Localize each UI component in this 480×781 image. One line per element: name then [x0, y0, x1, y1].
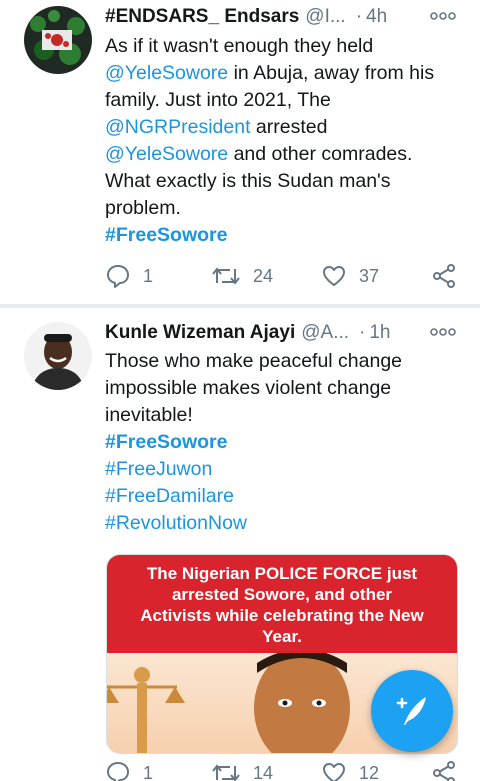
tweet-1[interactable]: #ENDSARS_ Endsars @I... · 4h As if it wa…	[0, 0, 480, 305]
tweet-actions: 1 14 12	[105, 760, 466, 781]
reply-button[interactable]: 1	[105, 263, 153, 289]
more-options-icon[interactable]	[430, 6, 456, 26]
separator-dot: ·	[359, 322, 366, 343]
hashtag-link[interactable]: #FreeJuwon	[105, 456, 466, 483]
hashtag-link[interactable]: #RevolutionNow	[105, 510, 466, 537]
media-banner-text: The Nigerian POLICE FORCE just arrested …	[107, 555, 457, 653]
reply-count: 1	[143, 762, 154, 781]
tweet-text: As if it wasn't enough they held @YeleSo…	[105, 33, 466, 249]
like-count: 12	[359, 762, 380, 781]
like-button[interactable]: 37	[321, 263, 379, 289]
retweet-count: 14	[253, 762, 274, 781]
timestamp[interactable]: 1h	[369, 322, 390, 344]
tweet-line: Those who make peaceful change	[105, 350, 403, 372]
reply-count: 1	[143, 265, 154, 286]
share-icon	[433, 264, 455, 288]
banner-line: The Nigerian POLICE FORCE just	[146, 564, 418, 583]
tweet-line: family. Just into 2021, The	[105, 89, 331, 111]
avatar[interactable]	[24, 6, 92, 74]
tweet-text-fragment: and other comrades.	[228, 143, 413, 165]
reply-button[interactable]: 1	[105, 760, 153, 781]
display-name[interactable]: Kunle Wizeman Ajayi	[105, 322, 295, 344]
timestamp[interactable]: 4h	[366, 6, 387, 28]
tweet-text-fragment: arrested	[250, 116, 328, 138]
retweet-count: 24	[253, 265, 274, 286]
mention-link[interactable]: @YeleSowore	[105, 62, 228, 84]
handle[interactable]: @A...	[301, 322, 349, 344]
banner-line: Activists while celebrating the New	[140, 606, 424, 625]
tweet-line: impossible makes violent change	[105, 377, 392, 399]
tweet-line: As if it wasn't enough they held	[105, 35, 374, 57]
share-button[interactable]	[431, 760, 457, 781]
tweet-line: @YeleSowore in Abuja, away from his	[105, 60, 466, 87]
share-icon	[433, 761, 455, 781]
reply-icon	[107, 762, 129, 781]
mention-link[interactable]: @YeleSowore	[105, 143, 228, 165]
banner-line: arrested Sowore, and other	[171, 585, 393, 604]
compose-tweet-button[interactable]	[371, 670, 453, 752]
tweet-line: What exactly is this Sudan man's	[105, 170, 391, 192]
tweet-line: @YeleSowore and other comrades.	[105, 141, 466, 168]
heart-icon	[323, 266, 345, 286]
hashtag-link[interactable]: #FreeDamilare	[105, 483, 466, 510]
tweet-actions: 1 24 37	[105, 263, 466, 293]
compose-tweet-icon	[396, 697, 426, 725]
hashtag-link[interactable]: #FreeSowore	[105, 222, 466, 249]
heart-icon	[323, 763, 345, 781]
retweet-button[interactable]: 14	[211, 760, 273, 781]
tweet-line: problem.	[105, 197, 181, 219]
mention-link[interactable]: @NGRPresident	[105, 116, 251, 138]
share-button[interactable]	[431, 263, 457, 289]
avatar[interactable]	[24, 322, 92, 390]
reply-icon	[107, 265, 129, 288]
like-count: 37	[359, 265, 380, 286]
tweet-text: Those who make peaceful change impossibl…	[105, 348, 466, 537]
retweet-icon	[212, 764, 240, 781]
handle[interactable]: @I...	[305, 6, 345, 28]
like-button[interactable]: 12	[321, 760, 379, 781]
more-options-icon[interactable]	[430, 322, 456, 342]
display-name[interactable]: #ENDSARS_ Endsars	[105, 6, 299, 28]
retweet-button[interactable]: 24	[211, 263, 273, 289]
retweet-icon	[212, 267, 240, 285]
tweet-text-fragment: in Abuja, away from his	[228, 62, 435, 84]
tweet-line: inevitable!	[105, 404, 193, 426]
tweet-header: #ENDSARS_ Endsars @I... · 4h	[105, 4, 470, 30]
tweet-line: @NGRPresident arrested	[105, 114, 466, 141]
hashtag-link[interactable]: #FreeSowore	[105, 429, 466, 456]
banner-line: Year.	[262, 627, 302, 646]
separator-dot: ·	[355, 6, 363, 27]
tweet-header: Kunle Wizeman Ajayi @A... · 1h	[105, 320, 470, 346]
